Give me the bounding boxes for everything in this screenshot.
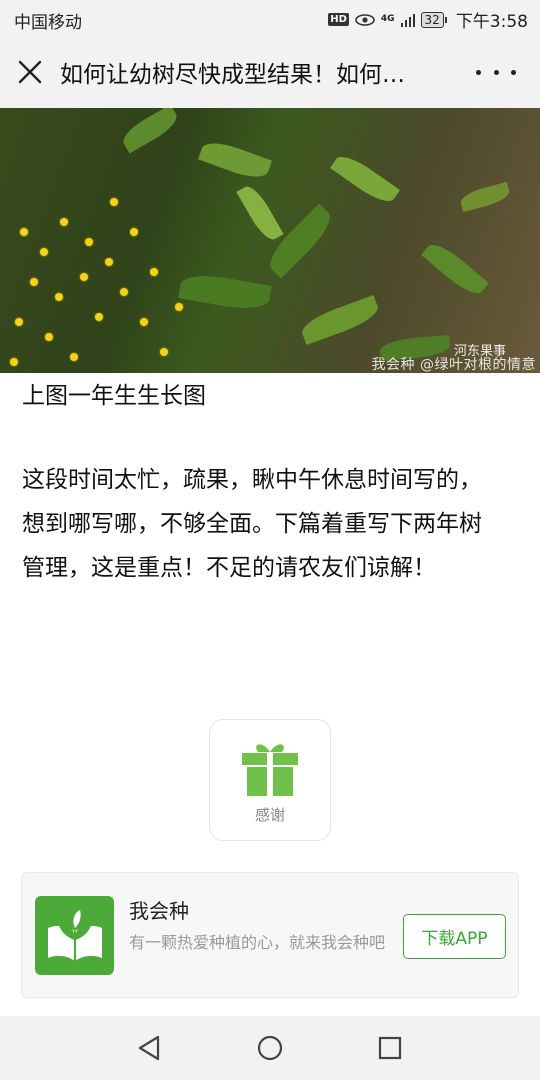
status-icons: HD 4G 32 下午3:58 (328, 7, 528, 32)
eye-icon (355, 13, 375, 26)
app-description: 有一颗热爱种植的心，就来我会种吧 (129, 933, 386, 952)
more-button[interactable] (476, 56, 516, 88)
hd-icon: HD (328, 13, 349, 26)
article-image[interactable]: 河东果事 我会种 @绿叶对根的情意 (0, 108, 540, 373)
signal-icon (400, 13, 415, 27)
app-promo-card[interactable]: 我会种 有一颗热爱种植的心，就来我会种吧 下载APP (21, 872, 519, 998)
nav-bar: 如何让幼树尽快成型结果！如何… (0, 36, 540, 108)
download-app-button[interactable]: 下载APP (403, 914, 506, 959)
paragraph-line: 这段时间太忙，疏果，瞅中午休息时间写的， (22, 467, 482, 493)
home-circle-icon[interactable] (254, 1032, 286, 1064)
app-name: 我会种 (129, 899, 189, 923)
clock: 下午3:58 (455, 12, 528, 32)
close-button[interactable] (0, 36, 60, 108)
image-caption: 上图一年生生长图 (22, 383, 206, 409)
system-nav-bar (0, 1016, 540, 1080)
gift-icon (242, 744, 298, 796)
network-type: 4G (380, 14, 395, 24)
paragraph-line: 想到哪写哪，不够全面。下篇着重写下两年树 (22, 511, 482, 537)
close-icon (18, 60, 42, 84)
book-plant-icon (47, 909, 102, 961)
reward-button[interactable]: 感谢 (209, 719, 331, 841)
status-bar: 中国移动 HD 4G 32 下午3:58 (0, 0, 540, 36)
watermark-text: 我会种 @绿叶对根的情意 (371, 357, 536, 373)
app-logo (35, 896, 114, 975)
reward-label: 感谢 (254, 806, 285, 824)
more-icon (476, 69, 481, 75)
back-triangle-icon[interactable] (134, 1032, 166, 1064)
battery-level: 32 (420, 11, 448, 28)
page-title: 如何让幼树尽快成型结果！如何… (60, 62, 405, 88)
carrier-name: 中国移动 (14, 13, 82, 33)
recents-square-icon[interactable] (374, 1032, 406, 1064)
paragraph-line: 管理，这是重点！不足的请农友们谅解！ (22, 555, 436, 581)
